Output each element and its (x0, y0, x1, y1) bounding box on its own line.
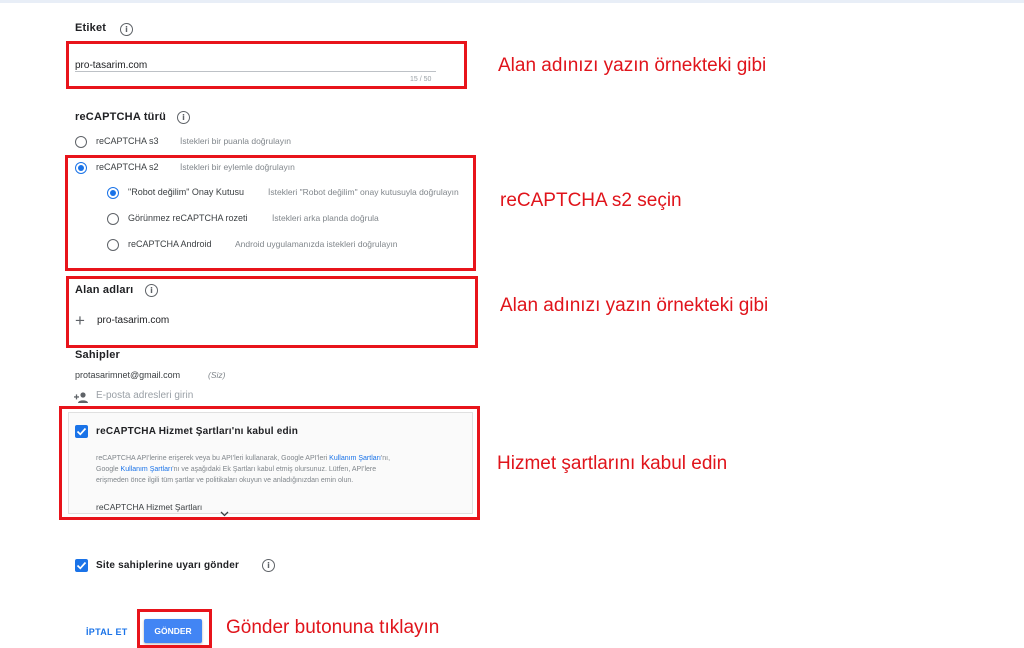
annotation-text: Gönder butonuna tıklayın (226, 617, 440, 638)
annotation-text: Alan adınızı yazın örnekteki gibi (500, 295, 769, 316)
radio-hint-s3: İstekleri bir puanla doğrulayın (180, 136, 292, 146)
radio-label-s3: reCAPTCHA s3 (96, 136, 159, 146)
annotation-box-type (65, 155, 476, 271)
annotation-box-domains (66, 276, 478, 348)
top-border (0, 0, 1024, 3)
cancel-button[interactable]: İPTAL ET (86, 627, 128, 637)
annotation-box-terms (59, 406, 480, 520)
owner-you-tag: (Siz) (208, 370, 226, 380)
alerts-checkbox[interactable] (75, 559, 88, 572)
alerts-label: Site sahiplerine uyarı gönder (96, 560, 240, 571)
owner-email-placeholder: E-posta adresleri girin (96, 390, 194, 401)
owner-email-input[interactable]: E-posta adresleri girin (96, 390, 396, 404)
label-title: Etiket (75, 22, 107, 34)
radio-recaptcha-s3[interactable] (75, 136, 87, 148)
annotation-text: Alan adınızı yazın örnekteki gibi (498, 55, 767, 76)
owner-email: protasarimnet@gmail.com (75, 370, 181, 380)
info-icon[interactable]: i (177, 111, 190, 124)
annotation-text: reCAPTCHA s2 seçin (500, 190, 682, 211)
annotation-box-submit (137, 609, 212, 648)
annotation-text: Hizmet şartlarını kabul edin (497, 453, 728, 474)
annotation-box-label (66, 41, 467, 89)
info-icon[interactable]: i (262, 559, 275, 572)
info-icon[interactable]: i (120, 23, 133, 36)
recaptcha-type-title: reCAPTCHA türü (75, 111, 167, 123)
owners-title: Sahipler (75, 349, 121, 361)
